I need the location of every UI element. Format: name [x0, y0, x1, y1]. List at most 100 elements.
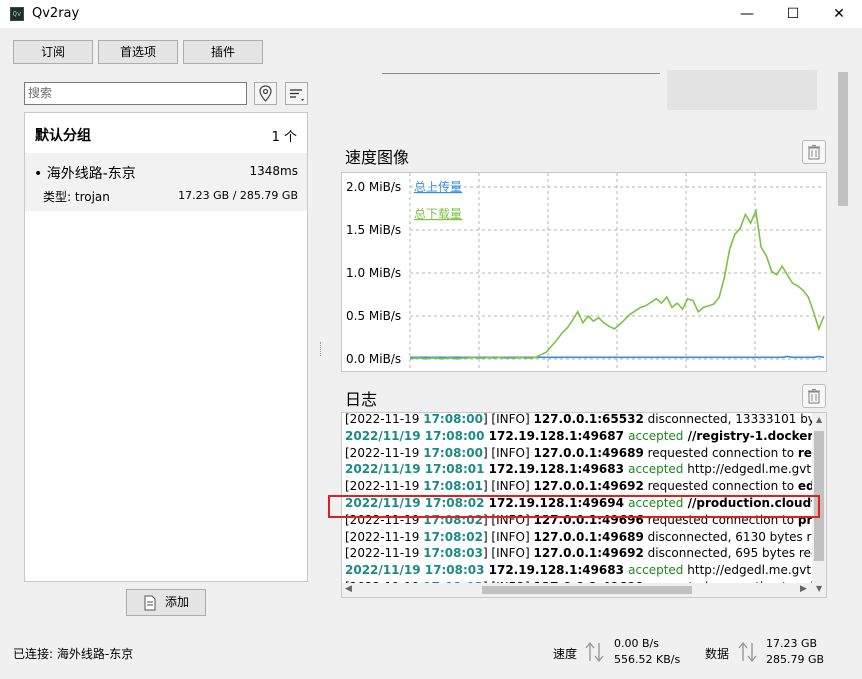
connection-status: 已连接: 海外线路-东京 — [13, 647, 134, 661]
log-segment: 172.19.128.1:49683 — [484, 563, 629, 578]
log-segment: 17:08:00 — [423, 445, 483, 460]
speed-download: 556.52 KB/s — [614, 653, 681, 666]
trash-icon — [808, 388, 820, 404]
location-pin-icon — [259, 85, 272, 102]
log-hscroll-thumb[interactable] — [482, 586, 692, 594]
speed-label: 速度 — [553, 647, 578, 661]
log-segment: 127.0.0.1:49689 — [533, 529, 644, 544]
log-segment: 17:08:02 — [423, 529, 483, 544]
log-segment: disconnected, 6130 bytes received — [647, 529, 812, 544]
log-segment: 127.0.0.1:49689 — [533, 445, 644, 460]
data-download: 285.79 GB — [766, 653, 825, 666]
log-segment: requested connection to — [643, 445, 798, 460]
document-add-icon — [144, 595, 156, 611]
log-segment: edgedl.m — [797, 479, 812, 494]
log-segment: 2022/11/19 17:08:01 — [345, 462, 485, 477]
y-tick-label: 1.0 MiB/s — [346, 266, 401, 280]
group-name[interactable]: 默认分组 — [35, 125, 91, 145]
add-button-label: 添加 — [165, 595, 190, 609]
y-tick-label: 0.0 MiB/s — [346, 352, 401, 366]
trash-icon — [808, 144, 820, 160]
up-down-arrows-icon — [738, 641, 757, 663]
server-latency: 1348ms — [249, 164, 298, 178]
window-title: Qv2ray — [32, 6, 80, 21]
log-segment: [2022-11-19 — [345, 479, 424, 494]
preferences-button[interactable]: 首选项 — [98, 40, 178, 64]
add-connection-button[interactable]: 添加 — [126, 589, 206, 616]
y-tick-label: 0.5 MiB/s — [346, 309, 401, 323]
log-segment: registry-1 — [797, 445, 812, 460]
highlight-box — [328, 495, 820, 518]
log-segment: http://edgedl.me.gvt1.com/ed — [687, 462, 812, 477]
speed-chart: 0.0 MiB/s 0.5 MiB/s 1.0 MiB/s 1.5 MiB/s 2.0 … — [341, 172, 827, 372]
log-segment: ] [INFO] — [482, 413, 534, 426]
locate-button[interactable] — [254, 82, 277, 105]
log-segment: accepted — [628, 428, 684, 443]
speed-upload: 0.00 B/s — [614, 637, 659, 650]
scroll-left-arrow-icon[interactable]: ◀ — [345, 584, 352, 594]
log-segment: disconnected, 695 bytes received, — [647, 546, 812, 561]
log-segment: 2022/11/19 17:08:03 — [345, 563, 485, 578]
log-segment: //registry-1.docker.io:443 [pl — [687, 428, 812, 443]
log-segment: accepted — [628, 462, 684, 477]
log-segment: [2022-11-19 — [345, 546, 424, 561]
search-input[interactable]: 搜索 — [24, 82, 247, 105]
scroll-up-arrow-icon[interactable]: ▲ — [816, 415, 822, 424]
log-line: 2022/11/19 17:08:00 172.19.128.1:49687 a… — [345, 428, 812, 445]
up-down-arrows-icon — [585, 641, 604, 663]
server-item[interactable]: • 海外线路-东京 1348ms 类型: trojan 17.23 GB / 2… — [25, 153, 307, 211]
log-hscrollbar[interactable]: ◀ ▶ — [342, 583, 812, 597]
clear-chart-button[interactable] — [802, 140, 826, 164]
log-segment: 17:08:01 — [423, 479, 483, 494]
data-upload: 17.23 GB — [766, 637, 818, 650]
log-segment: ] [INFO] — [482, 445, 534, 460]
main-vscroll-thumb[interactable] — [838, 72, 848, 206]
maximize-button[interactable]: ☐ — [770, 0, 816, 28]
scroll-down-arrow-icon[interactable]: ▼ — [816, 584, 822, 593]
log-segment: [2022-11-19 — [345, 529, 424, 544]
log-segment: 2022/11/19 17:08:00 — [345, 428, 485, 443]
y-tick-label: 1.5 MiB/s — [346, 223, 401, 237]
log-segment: [2022-11-19 — [345, 445, 424, 460]
plugins-button[interactable]: 插件 — [183, 40, 263, 64]
group-count: 1 个 — [271, 130, 297, 145]
splitter-handle[interactable] — [320, 342, 323, 356]
log-line: 2022/11/19 17:08:03 172.19.128.1:49683 a… — [345, 562, 812, 579]
log-segment: http://edgedl.me.gvt1.com/ed — [687, 563, 812, 578]
log-segment: [2022-11-19 — [345, 413, 424, 426]
group-list: 默认分组 1 个 • 海外线路-东京 1348ms 类型: trojan 17.… — [24, 112, 308, 582]
log-line: [2022-11-19 17:08:00] [INFO] 127.0.0.1:4… — [345, 445, 812, 462]
log-segment: requested connection to — [643, 479, 798, 494]
log-segment: accepted — [628, 563, 684, 578]
minimize-button[interactable]: — — [724, 0, 770, 28]
subscribe-button[interactable]: 订阅 — [13, 40, 93, 64]
app-logo-icon: Qv — [10, 7, 24, 21]
data-label: 数据 — [705, 647, 730, 661]
y-tick-label: 2.0 MiB/s — [346, 180, 401, 194]
server-usage: 17.23 GB / 285.79 GB — [178, 189, 298, 202]
log-line: [2022-11-19 17:08:03] [INFO] 127.0.0.1:4… — [345, 545, 812, 562]
server-name: • 海外线路-东京 — [34, 166, 136, 182]
main-vscrollbar[interactable] — [836, 70, 850, 600]
speed-chart-svg: 0.0 MiB/s 0.5 MiB/s 1.0 MiB/s 1.5 MiB/s 2.0 … — [346, 173, 825, 369]
legend-item: 总上传量 — [414, 179, 462, 194]
log-line: 2022/11/19 17:08:01 172.19.128.1:49683 a… — [345, 461, 812, 478]
log-segment: 17:08:00 — [423, 413, 483, 426]
log-line: [2022-11-19 17:08:02] [INFO] 127.0.0.1:4… — [345, 529, 812, 546]
divider — [382, 73, 660, 74]
sort-button[interactable] — [285, 82, 308, 105]
log-segment: ] [INFO] — [482, 479, 534, 494]
log-segment: 172.19.128.1:49687 — [484, 428, 629, 443]
blurred-region — [667, 70, 817, 110]
scroll-right-arrow-icon[interactable]: ▶ — [800, 584, 807, 594]
speed-chart-title: 速度图像 — [345, 148, 410, 167]
close-button[interactable]: ✕ — [816, 0, 862, 28]
log-segment: 17:08:03 — [423, 546, 483, 561]
log-segment: 127.0.0.1:49692 — [533, 546, 644, 561]
scroll-corner: ▼ — [812, 583, 826, 597]
log-segment: ] [INFO] — [482, 529, 534, 544]
clear-log-button[interactable] — [802, 384, 826, 408]
log-segment: 172.19.128.1:49683 — [484, 462, 629, 477]
legend-item: 总下载量 — [414, 207, 462, 221]
log-segment: 127.0.0.1:65532 — [533, 413, 644, 426]
